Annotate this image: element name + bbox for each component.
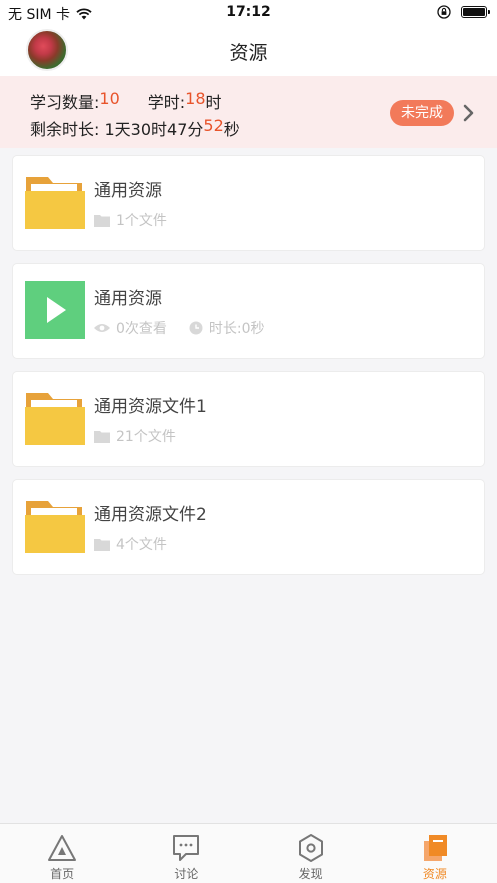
remaining-unit: 秒 xyxy=(223,120,240,139)
view-count: 0次查看 xyxy=(116,321,167,337)
home-triangle-icon xyxy=(48,835,77,861)
rotation-lock-icon xyxy=(437,5,451,19)
eye-icon xyxy=(94,324,110,332)
battery-icon xyxy=(461,6,490,18)
file-count: 1个文件 xyxy=(116,213,167,229)
resource-meta: 21个文件 xyxy=(94,426,176,446)
resource-title: 通用资源文件1 xyxy=(94,397,207,417)
resource-meta: 1个文件 xyxy=(94,210,167,230)
status-right xyxy=(437,5,490,19)
chevron-right-icon[interactable] xyxy=(463,104,475,122)
play-video-icon xyxy=(25,281,85,339)
duration: 时长:0秒 xyxy=(208,321,265,337)
completion-status-badge: 未完成 xyxy=(390,100,454,126)
hours-unit: 时 xyxy=(205,93,222,112)
resource-meta: 4个文件 xyxy=(94,534,167,554)
hours-value: 18 xyxy=(185,89,206,108)
bottom-tab-bar: 首页 讨论 发现 资源 xyxy=(0,823,497,883)
study-stats-line: 学习数量: 10 学时: 18 时 xyxy=(30,89,222,113)
clock-icon xyxy=(189,321,203,335)
page-title: 资源 xyxy=(229,42,268,64)
file-count: 4个文件 xyxy=(116,537,167,553)
file-count: 21个文件 xyxy=(116,429,176,445)
resource-title: 通用资源文件2 xyxy=(94,505,207,525)
status-bar: 无 SIM 卡 17:12 xyxy=(0,0,497,26)
resource-card-folder[interactable]: 通用资源文件1 21个文件 xyxy=(12,371,485,467)
resource-card-folder[interactable]: 通用资源文件2 4个文件 xyxy=(12,479,485,575)
chat-bubble-icon xyxy=(173,835,200,861)
resource-meta: 0次查看 时长:0秒 xyxy=(94,318,265,338)
resource-card-folder[interactable]: 通用资源 1个文件 xyxy=(12,155,485,251)
hours-label: 学时: xyxy=(147,93,186,112)
nav-bar: 资源 xyxy=(0,26,497,76)
hexagon-discover-icon xyxy=(298,834,323,862)
folder-small-icon xyxy=(94,538,110,551)
status-time: 17:12 xyxy=(226,4,271,20)
tab-label: 首页 xyxy=(50,867,75,881)
resource-stack-icon xyxy=(423,835,447,861)
folder-small-icon xyxy=(94,214,110,227)
resource-title: 通用资源 xyxy=(94,181,162,201)
folder-small-icon xyxy=(94,430,110,443)
tab-label: 发现 xyxy=(298,867,323,881)
remaining-seconds: 52 xyxy=(203,116,224,135)
resource-card-video[interactable]: 通用资源 0次查看 时长:0秒 xyxy=(12,263,485,359)
tab-label: 资源 xyxy=(422,867,447,881)
tab-label: 讨论 xyxy=(174,867,199,881)
study-count-label: 学习数量: xyxy=(30,93,100,112)
tab-resources[interactable]: 资源 xyxy=(373,824,497,883)
tab-discover[interactable]: 发现 xyxy=(249,824,373,883)
remaining-label: 剩余时长: 1天30时47分 xyxy=(30,120,204,139)
study-count-value: 10 xyxy=(99,89,120,108)
folder-icon xyxy=(25,393,85,445)
folder-icon xyxy=(25,501,85,553)
tab-home[interactable]: 首页 xyxy=(0,824,124,883)
tab-discussion[interactable]: 讨论 xyxy=(124,824,248,883)
study-progress-banner[interactable]: 学习数量: 10 学时: 18 时 剩余时长: 1天30时47分 52 秒 未完… xyxy=(0,76,497,148)
resource-title: 通用资源 xyxy=(94,289,162,309)
remaining-time-line: 剩余时长: 1天30时47分 52 秒 xyxy=(30,116,240,140)
folder-icon xyxy=(25,177,85,229)
